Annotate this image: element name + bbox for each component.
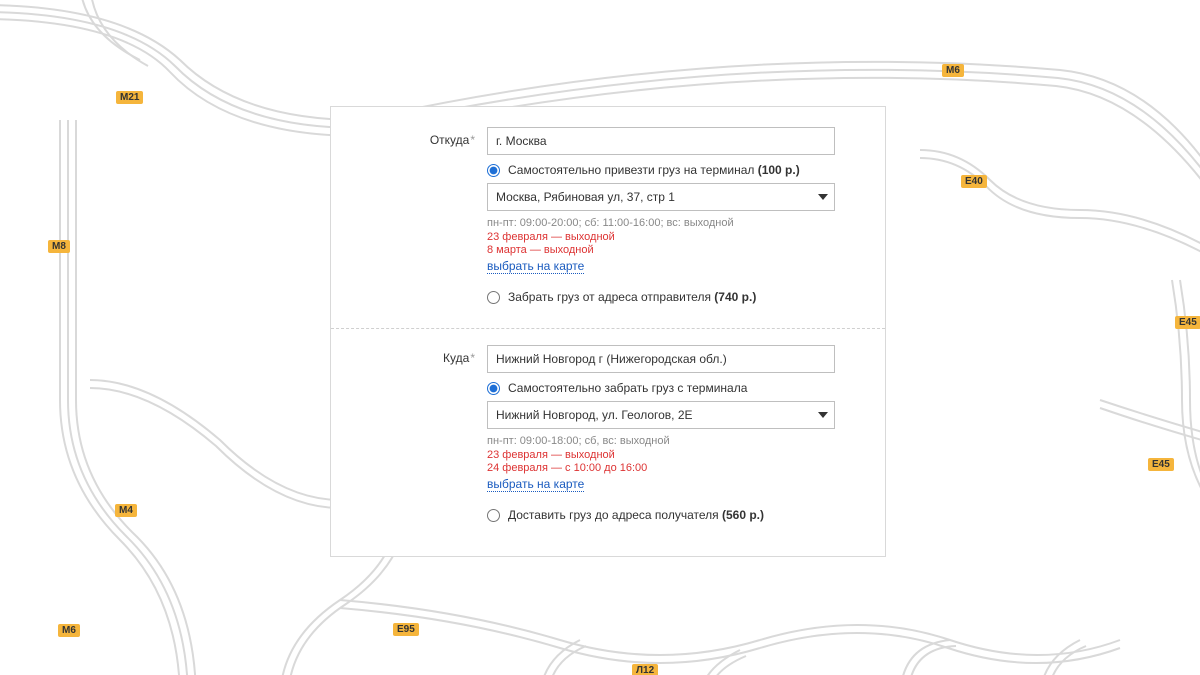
to-label-col: Куда*: [359, 345, 487, 365]
to-deliver-radio-row: Доставить груз до адреса получателя (560…: [487, 508, 857, 522]
to-terminal-radio[interactable]: [487, 382, 500, 395]
map-label-e95: Е95: [393, 623, 419, 636]
map-label-e45a: Е45: [1175, 316, 1200, 329]
from-holiday-2: 8 марта — выходной: [487, 244, 857, 256]
from-terminal-radio[interactable]: [487, 164, 500, 177]
to-hours: пн-пт: 09:00-18:00; сб, вс: выходной: [487, 435, 857, 447]
to-map-link[interactable]: выбрать на карте: [487, 477, 584, 492]
to-row: Куда* Самостоятельно забрать груз с терм…: [359, 345, 857, 528]
to-terminal-select[interactable]: Нижний Новгород, ул. Геологов, 2Е: [487, 401, 835, 429]
map-label-m8: М8: [48, 240, 70, 253]
to-city-input[interactable]: [487, 345, 835, 373]
from-terminal-select[interactable]: Москва, Рябиновая ул, 37, стр 1: [487, 183, 835, 211]
shipping-form-panel: Откуда* Самостоятельно привезти груз на …: [330, 106, 886, 557]
map-label-m6b: М6: [942, 64, 964, 77]
from-row: Откуда* Самостоятельно привезти груз на …: [359, 127, 857, 310]
from-terminal-radio-label[interactable]: Самостоятельно привезти груз на терминал…: [508, 163, 800, 177]
map-label-m21: М21: [116, 91, 143, 104]
to-deliver-text: Доставить груз до адреса получателя: [508, 508, 722, 522]
from-pickup-price: (740 р.): [714, 290, 756, 304]
map-label-m6a: М6: [58, 624, 80, 637]
from-pickup-text: Забрать груз от адреса отправителя: [508, 290, 714, 304]
map-label-e40: Е40: [961, 175, 987, 188]
to-holiday-2: 24 февраля — с 10:00 до 16:00: [487, 462, 857, 474]
from-map-link[interactable]: выбрать на карте: [487, 259, 584, 274]
from-pickup-radio[interactable]: [487, 291, 500, 304]
from-terminal-radio-row: Самостоятельно привезти груз на терминал…: [487, 163, 857, 177]
from-hours: пн-пт: 09:00-20:00; сб: 11:00-16:00; вс:…: [487, 217, 857, 229]
to-deliver-radio[interactable]: [487, 509, 500, 522]
to-terminal-radio-row: Самостоятельно забрать груз с терминала: [487, 381, 857, 395]
to-label: Куда: [443, 351, 469, 365]
from-city-input[interactable]: [487, 127, 835, 155]
required-asterisk: *: [470, 133, 475, 147]
chevron-down-icon: [818, 194, 828, 200]
to-deliver-price: (560 р.): [722, 508, 764, 522]
from-terminal-price: (100 р.): [758, 163, 800, 177]
to-deliver-radio-label[interactable]: Доставить груз до адреса получателя (560…: [508, 508, 764, 522]
from-label: Откуда: [430, 133, 470, 147]
from-field-col: Самостоятельно привезти груз на терминал…: [487, 127, 857, 310]
from-terminal-text: Самостоятельно привезти груз на терминал: [508, 163, 758, 177]
to-terminal-text: Самостоятельно забрать груз с терминала: [508, 381, 747, 395]
map-label-m4: М4: [115, 504, 137, 517]
from-terminal-select-text: Москва, Рябиновая ул, 37, стр 1: [496, 190, 818, 204]
chevron-down-icon: [818, 412, 828, 418]
to-terminal-radio-label[interactable]: Самостоятельно забрать груз с терминала: [508, 381, 747, 395]
map-label-l12: Л12: [632, 664, 658, 675]
to-terminal-select-text: Нижний Новгород, ул. Геологов, 2Е: [496, 408, 818, 422]
to-field-col: Самостоятельно забрать груз с терминала …: [487, 345, 857, 528]
from-pickup-radio-label[interactable]: Забрать груз от адреса отправителя (740 …: [508, 290, 756, 304]
from-label-col: Откуда*: [359, 127, 487, 147]
from-holiday-1: 23 февраля — выходной: [487, 231, 857, 243]
map-label-e45b: Е45: [1148, 458, 1174, 471]
section-divider: [331, 328, 885, 329]
from-pickup-radio-row: Забрать груз от адреса отправителя (740 …: [487, 290, 857, 304]
to-holiday-1: 23 февраля — выходной: [487, 449, 857, 461]
required-asterisk: *: [470, 351, 475, 365]
